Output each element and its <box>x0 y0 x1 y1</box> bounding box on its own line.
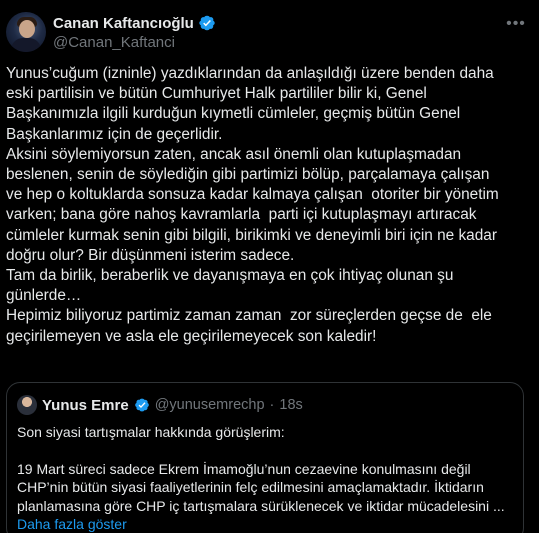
verified-badge-icon <box>199 15 215 31</box>
quoted-line: CHP’nin bütün siyasi faaliyetlerinin fel… <box>17 479 484 496</box>
author-handle[interactable]: @Canan_Kaftanci <box>53 34 175 51</box>
separator-dot: · <box>269 397 275 413</box>
tweet-line: Aksini söylemiyorsun zaten, ancak asıl ö… <box>6 145 462 163</box>
quoted-tweet-text: Son siyasi tartışmalar hakkında görüşler… <box>17 423 517 533</box>
tweet-line: doğru olur? Bir düşünmeni isterim sadece… <box>6 246 295 264</box>
tweet-line: ve hep o koltuklarda sonsuza kadar kalma… <box>6 186 499 204</box>
tweet-line: cümleler kurmak senin gibi bilgili, biri… <box>6 226 497 244</box>
tweet-line: beslenen, senin de söylediğin gibi parti… <box>6 166 490 184</box>
author-name-line: Canan Kaftancıoğlu <box>53 14 216 32</box>
tweet-line: varken; bana göre nahoş kavramlarla part… <box>6 206 477 224</box>
quoted-author-handle: @yunusemrechp <box>154 397 265 413</box>
quoted-timestamp: 18s <box>279 397 303 413</box>
more-horizontal-icon[interactable]: ••• <box>503 14 529 34</box>
quoted-line: Son siyasi tartışmalar hakkında görüşler… <box>17 424 285 440</box>
author-avatar[interactable] <box>6 12 46 52</box>
tweet-line: Hepimiz biliyoruz partimiz zaman zaman z… <box>6 307 492 325</box>
tweet-text: Yunus’cuğum (izninle) yazdıklarından da … <box>6 64 534 347</box>
tweet-line: Başkanlarımız için de geçerlidir. <box>6 125 223 143</box>
tweet-line: geçirilemeyen ve asla ele geçirilemeyece… <box>6 327 377 345</box>
quoted-line: 19 Mart süreci sadece Ekrem İmamoğlu’nun… <box>17 460 471 477</box>
tweet-line: Başkanımızla ilgili kurduğun kıymetli cü… <box>6 105 461 123</box>
quoted-tweet[interactable]: Yunus Emre @yunusemrechp · 18s Son siyas… <box>6 382 524 533</box>
tweet-header: Canan Kaftancıoğlu @Canan_Kaftanci ••• <box>6 8 533 52</box>
author-name[interactable]: Canan Kaftancıoğlu <box>53 15 194 32</box>
quoted-tweet-header: Yunus Emre @yunusemrechp · 18s <box>17 395 303 415</box>
tweet-line: Yunus’cuğum (izninle) yazdıklarından da … <box>6 65 494 82</box>
quoted-line: planlamasına göre CHP iç tartışmalara sü… <box>17 497 505 514</box>
tweet-line: Tam da birlik, beraberlik ve dayanışmaya… <box>6 267 454 285</box>
verified-badge-icon <box>134 398 149 412</box>
tweet-line: günlerde… <box>6 287 82 305</box>
quoted-author-name: Yunus Emre <box>42 396 129 414</box>
tweet-line: eski partilisin ve bütün Cumhuriyet Halk… <box>6 85 427 103</box>
quoted-author-avatar <box>17 395 37 415</box>
show-more-link[interactable]: Daha fazla göster <box>17 515 517 533</box>
